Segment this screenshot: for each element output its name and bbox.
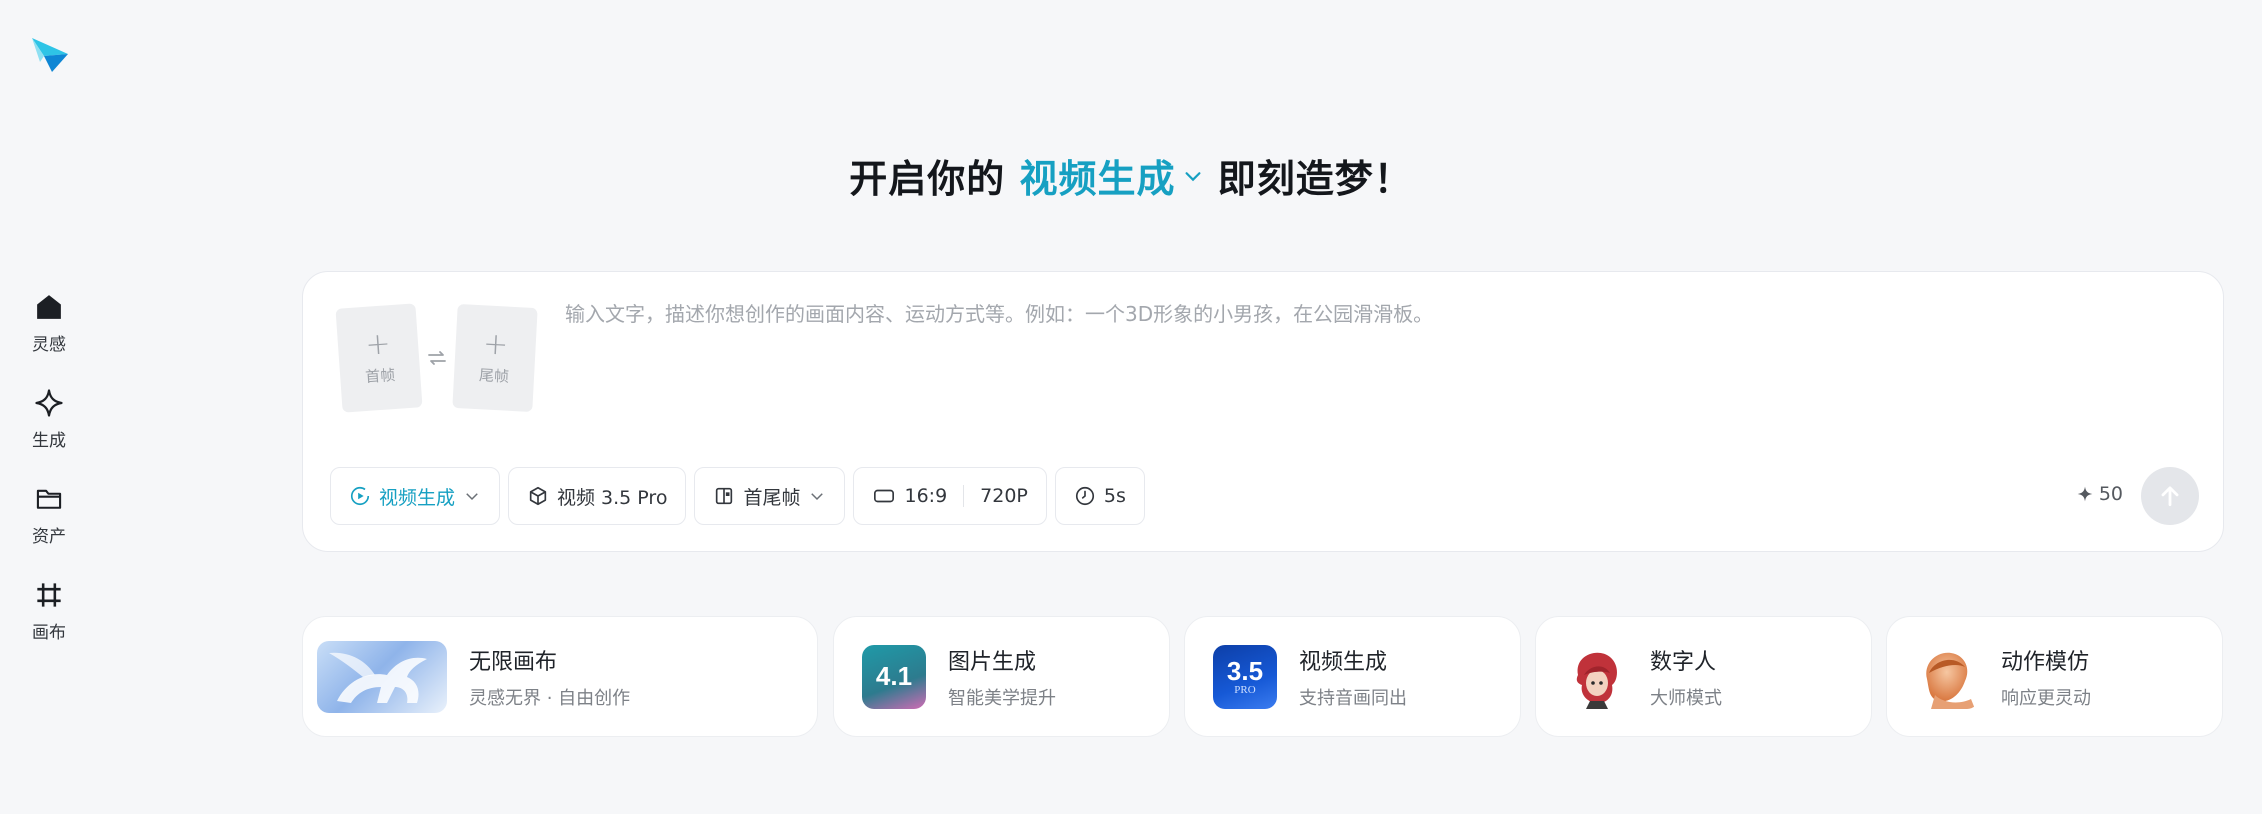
sidebar-item-canvas[interactable]: 画布 — [0, 578, 98, 674]
app-logo[interactable] — [28, 32, 72, 76]
resolution-label: 720P — [980, 485, 1028, 507]
sidebar: 灵感 生成 资产 画布 — [0, 290, 98, 674]
swap-frames-icon[interactable] — [425, 346, 449, 374]
sidebar-item-label: 生成 — [32, 431, 66, 451]
sidebar-item-label: 灵感 — [32, 335, 66, 355]
sidebar-item-inspiration[interactable]: 灵感 — [0, 290, 98, 386]
card-subtitle: 智能美学提升 — [948, 687, 1056, 709]
feature-card-infinite-canvas[interactable]: 无限画布 灵感无界 · 自由创作 — [302, 616, 818, 737]
chip-divider — [963, 485, 965, 507]
mode-dropdown[interactable]: 视频生成 — [1019, 148, 1203, 203]
model-select-label: 视频 3.5 Pro — [557, 486, 668, 509]
card-title: 数字人 — [1650, 649, 1717, 675]
diamond-sparkle-icon — [32, 386, 66, 420]
composer-toolbar: 视频生成 视频 3.5 Pro 首尾帧 16:9 720P 5s — [330, 467, 1145, 525]
paper-plane-logo-icon — [32, 38, 68, 72]
card-title: 图片生成 — [948, 649, 1037, 675]
sparkle-icon — [2077, 486, 2093, 502]
headline-prefix: 开启你的 — [849, 157, 1006, 201]
feature-card-video-generation[interactable]: 3.5 PRO 视频生成 支持音画同出 — [1184, 616, 1521, 737]
first-frame-label: 首帧 — [364, 365, 396, 386]
video-play-icon — [350, 486, 370, 506]
feature-card-image-generation[interactable]: 4.1 图片生成 智能美学提升 — [833, 616, 1170, 737]
mode-select-label: 视频生成 — [379, 486, 456, 509]
sidebar-item-label: 画布 — [32, 623, 66, 643]
arrow-up-icon — [2161, 486, 2179, 507]
headline-suffix: 即刻造梦！ — [1217, 157, 1413, 201]
model-select-chip[interactable]: 视频 3.5 Pro — [508, 467, 687, 525]
model-badge: 3.5 — [1226, 655, 1264, 686]
chevron-down-icon — [811, 493, 824, 501]
feature-card-motion-imitation[interactable]: 动作模仿 响应更灵动 — [1886, 616, 2223, 737]
credits-cost: 50 — [2077, 483, 2123, 505]
frame-mode-label: 首尾帧 — [743, 486, 801, 509]
prompt-composer: + 首帧 + 尾帧 视频生成 视频 3.5 Pro 首尾帧 16:9 720P — [302, 271, 2224, 552]
sidebar-item-assets[interactable]: 资产 — [0, 482, 98, 578]
page-headline: 开启你的 视频生成 即刻造梦！ — [0, 148, 2262, 203]
chevron-down-icon — [466, 493, 478, 501]
model-badge: 4.1 — [875, 661, 913, 691]
mode-dropdown-label: 视频生成 — [1019, 157, 1176, 201]
motion-thumbnail-icon — [1915, 644, 1979, 709]
ratio-label: 16:9 — [904, 485, 948, 507]
aspect-ratio-icon — [874, 489, 895, 503]
last-frame-upload[interactable]: + 尾帧 — [452, 303, 538, 413]
pegasus-thumbnail-icon — [317, 640, 447, 713]
video-model-thumbnail-icon: 3.5 PRO — [1213, 644, 1277, 709]
folder-icon — [32, 482, 66, 516]
image-model-thumbnail-icon: 4.1 — [862, 644, 926, 709]
plus-icon: + — [364, 325, 392, 363]
card-title: 视频生成 — [1299, 649, 1388, 675]
frames-icon — [716, 487, 733, 505]
card-subtitle: 灵感无界 · 自由创作 — [469, 687, 631, 709]
feature-card-digital-human[interactable]: 数字人 大师模式 — [1535, 616, 1872, 737]
sidebar-item-label: 资产 — [32, 527, 66, 547]
plus-icon: + — [482, 325, 510, 363]
frame-mode-chip[interactable]: 首尾帧 — [694, 467, 846, 525]
mode-select-chip[interactable]: 视频生成 — [330, 467, 501, 525]
card-subtitle: 支持音画同出 — [1299, 687, 1407, 709]
duration-chip[interactable]: 5s — [1054, 467, 1145, 525]
card-title: 无限画布 — [469, 649, 558, 675]
card-title: 动作模仿 — [2001, 649, 2090, 675]
submit-button[interactable] — [2141, 467, 2199, 525]
clock-icon — [1075, 486, 1094, 506]
prompt-input[interactable] — [565, 298, 2165, 398]
ratio-resolution-chip[interactable]: 16:9 720P — [853, 467, 1047, 525]
duration-label: 5s — [1103, 485, 1126, 507]
card-subtitle: 响应更灵动 — [2001, 687, 2091, 709]
first-frame-upload[interactable]: + 首帧 — [335, 303, 423, 413]
sidebar-item-generate[interactable]: 生成 — [0, 386, 98, 482]
avatar-thumbnail-icon — [1564, 644, 1628, 709]
chevron-down-icon — [1184, 171, 1201, 181]
last-frame-label: 尾帧 — [478, 365, 510, 386]
model-badge-sub: PRO — [1234, 683, 1256, 696]
crop-frame-icon — [32, 578, 66, 612]
cube-icon — [529, 486, 547, 506]
card-subtitle: 大师模式 — [1650, 687, 1722, 709]
credits-value: 50 — [2098, 483, 2123, 505]
home-icon — [32, 290, 66, 324]
